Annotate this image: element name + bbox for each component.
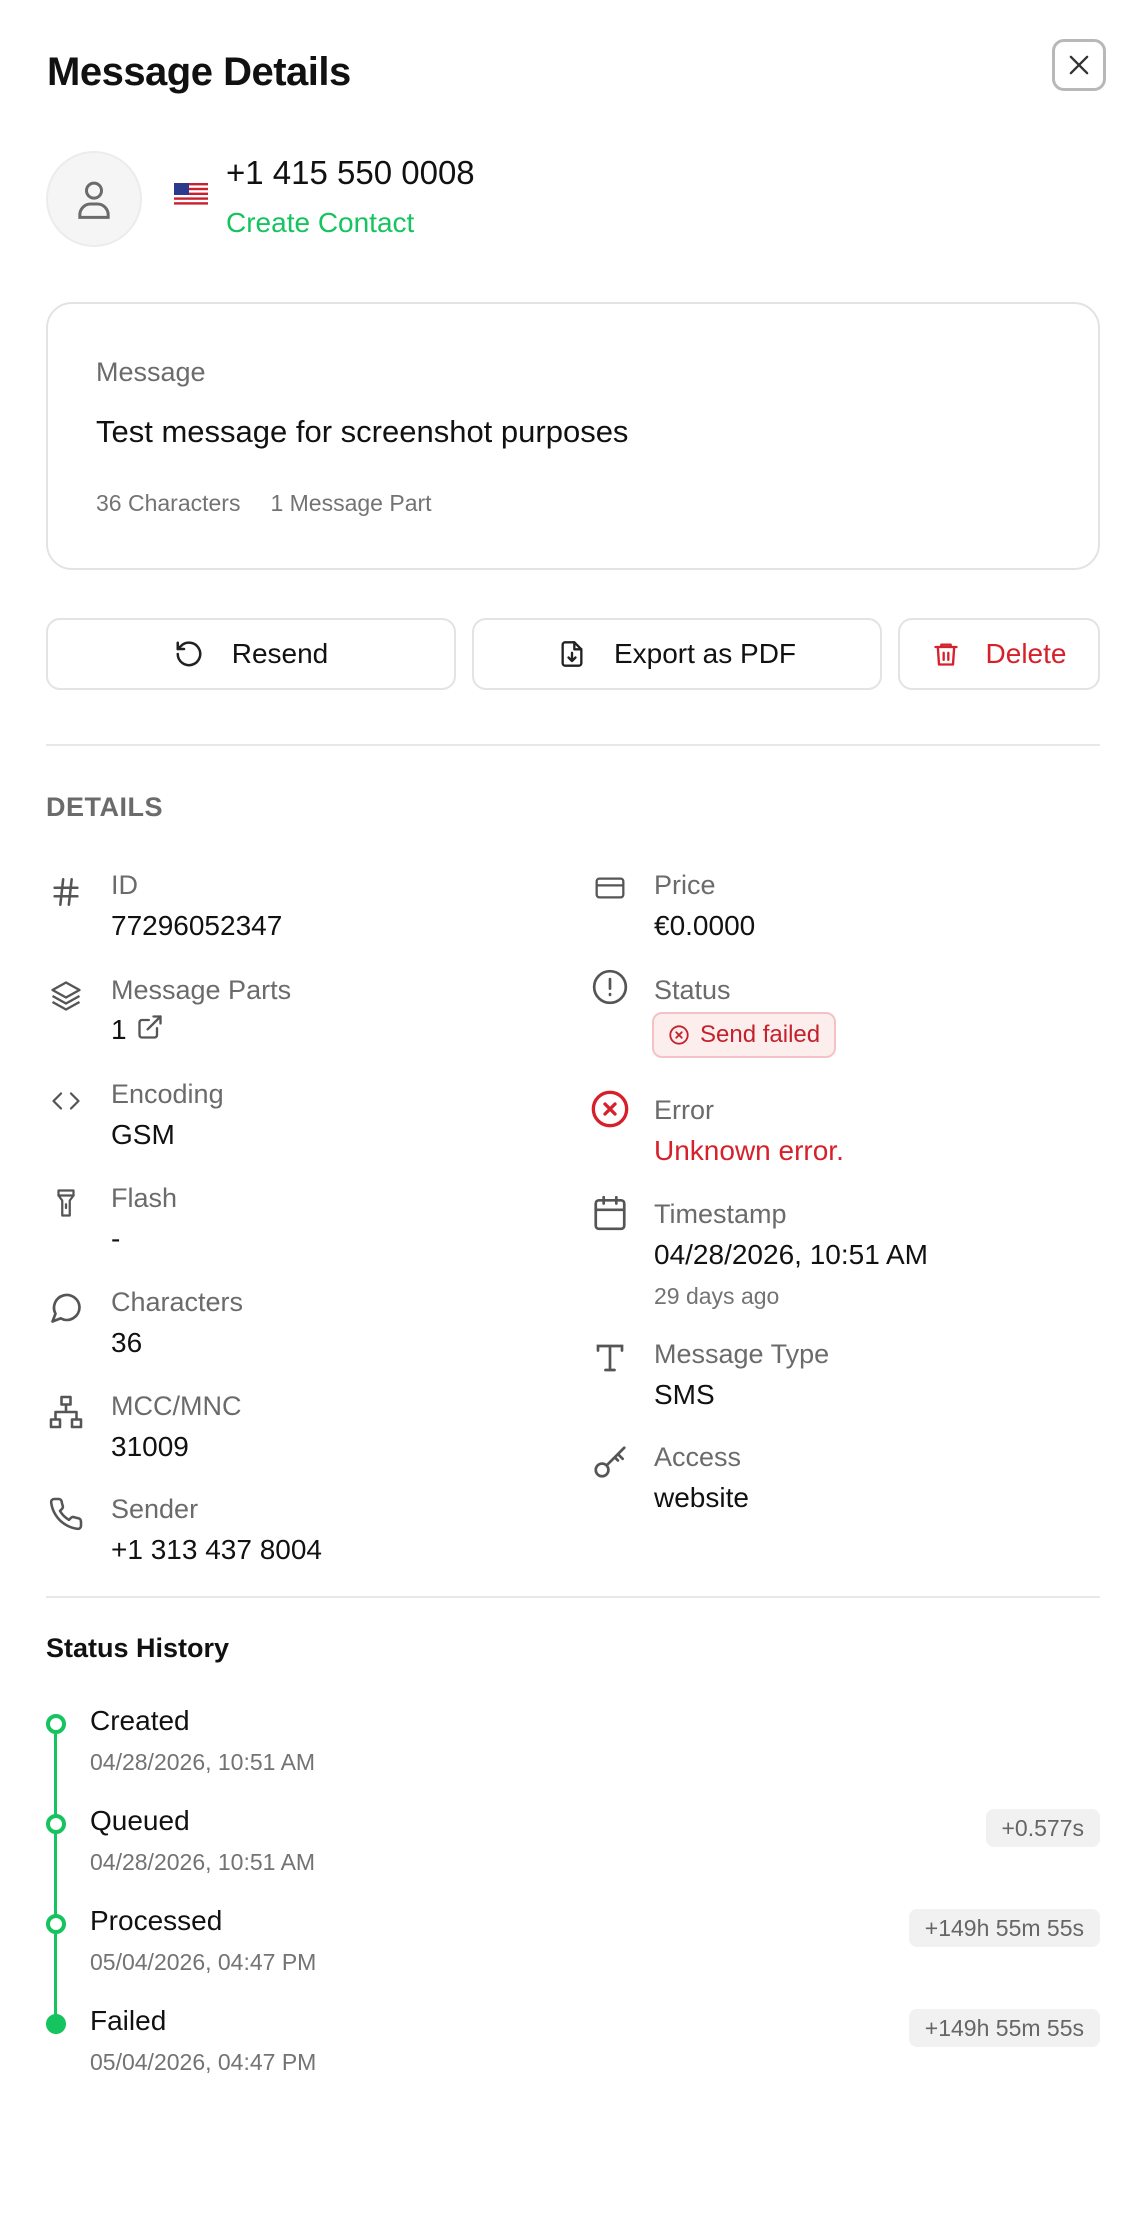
timeline-dot <box>46 2014 66 2034</box>
code-icon <box>46 1081 86 1121</box>
history-item-label: Failed <box>90 2005 167 2036</box>
timeline-dot <box>46 1714 66 1734</box>
encoding-label: Encoding <box>111 1079 224 1109</box>
history-item-label: Processed <box>90 1905 223 1936</box>
message-part-count: 1 Message Part <box>270 490 432 516</box>
message-meta: 36 Characters 1 Message Part <box>96 490 462 517</box>
message-circle-icon <box>46 1288 86 1328</box>
close-icon <box>1069 55 1089 75</box>
resend-label: Resend <box>231 638 329 669</box>
divider <box>46 744 1100 746</box>
delete-label: Delete <box>985 638 1067 669</box>
message-parts-value: 1 <box>111 1014 127 1045</box>
encoding-value: GSM <box>111 1119 175 1150</box>
history-item-label: Queued <box>90 1805 190 1836</box>
delete-button[interactable]: Delete <box>898 618 1100 690</box>
external-link-icon[interactable] <box>136 1013 164 1046</box>
history-item-delta: +149h 55m 55s <box>908 2009 1100 2047</box>
page-title: Message Details <box>47 50 351 94</box>
access-label: Access <box>654 1442 742 1472</box>
close-button[interactable] <box>1052 39 1106 91</box>
status-badge-label: Send failed <box>700 1021 821 1048</box>
x-circle-icon <box>590 1089 630 1129</box>
avatar <box>46 151 142 247</box>
sender-label: Sender <box>111 1494 199 1524</box>
contact-phone: +1 415 550 0008 <box>226 154 475 191</box>
error-label: Error <box>654 1095 714 1125</box>
history-item-delta: +0.577s <box>985 1809 1100 1847</box>
timestamp-label: Timestamp <box>654 1199 787 1229</box>
status-badge: Send failed <box>652 1012 837 1058</box>
history-item-time: 04/28/2026, 10:51 AM <box>90 1849 316 1875</box>
timeline-dot <box>46 1814 66 1834</box>
history-item-delta: +149h 55m 55s <box>908 1909 1100 1947</box>
access-value: website <box>654 1482 749 1513</box>
characters-value: 36 <box>111 1327 143 1358</box>
status-label: Status <box>654 975 731 1005</box>
flashlight-icon <box>46 1183 86 1223</box>
error-value: Unknown error. <box>654 1135 844 1166</box>
message-label: Message <box>96 357 206 387</box>
file-download-icon <box>561 641 583 667</box>
create-contact-link[interactable]: Create Contact <box>226 207 414 239</box>
message-type-label: Message Type <box>654 1339 830 1369</box>
divider <box>46 1596 1100 1598</box>
history-item-time: 05/04/2026, 04:47 PM <box>90 1949 317 1975</box>
price-label: Price <box>654 870 716 900</box>
flash-label: Flash <box>111 1183 178 1213</box>
calendar-icon <box>590 1193 630 1233</box>
status-history-title: Status History <box>46 1633 230 1663</box>
message-text: Test message for screenshot purposes <box>96 414 629 449</box>
timeline-dot <box>46 1914 66 1934</box>
history-item-label: Created <box>90 1705 190 1736</box>
rotate-ccw-icon <box>176 641 202 667</box>
price-value: €0.0000 <box>654 910 756 941</box>
resend-button[interactable]: Resend <box>46 618 456 690</box>
id-label: ID <box>111 870 138 900</box>
us-flag-icon <box>174 183 208 207</box>
sender-value: +1 313 437 8004 <box>111 1534 322 1565</box>
timestamp-value: 04/28/2026, 10:51 AM <box>654 1239 928 1270</box>
layers-icon <box>46 976 86 1016</box>
message-parts-label: Message Parts <box>111 975 292 1005</box>
flash-value: - <box>111 1223 121 1254</box>
network-icon <box>46 1392 86 1432</box>
id-value: 77296052347 <box>111 910 283 941</box>
timestamp-relative: 29 days ago <box>654 1283 780 1309</box>
phone-icon <box>46 1494 86 1534</box>
trash-icon <box>933 643 958 666</box>
user-icon <box>78 181 110 219</box>
key-icon <box>590 1442 630 1482</box>
credit-card-icon <box>590 868 630 908</box>
history-item-time: 04/28/2026, 10:51 AM <box>90 1749 316 1775</box>
x-circle-icon <box>669 1025 689 1045</box>
timeline-line <box>54 1722 57 2022</box>
export-pdf-label: Export as PDF <box>613 638 797 669</box>
history-item-time: 05/04/2026, 04:47 PM <box>90 2049 317 2075</box>
type-icon <box>590 1338 630 1378</box>
message-type-value: SMS <box>654 1379 715 1410</box>
export-pdf-button[interactable]: Export as PDF <box>472 618 882 690</box>
alert-circle-icon <box>590 967 630 1007</box>
message-character-count: 36 Characters <box>96 490 241 516</box>
characters-label: Characters <box>111 1287 244 1317</box>
mcc-mnc-value: 31009 <box>111 1431 189 1462</box>
mcc-mnc-label: MCC/MNC <box>111 1391 242 1421</box>
hash-icon <box>46 872 86 912</box>
details-section-title: DETAILS <box>46 792 163 822</box>
